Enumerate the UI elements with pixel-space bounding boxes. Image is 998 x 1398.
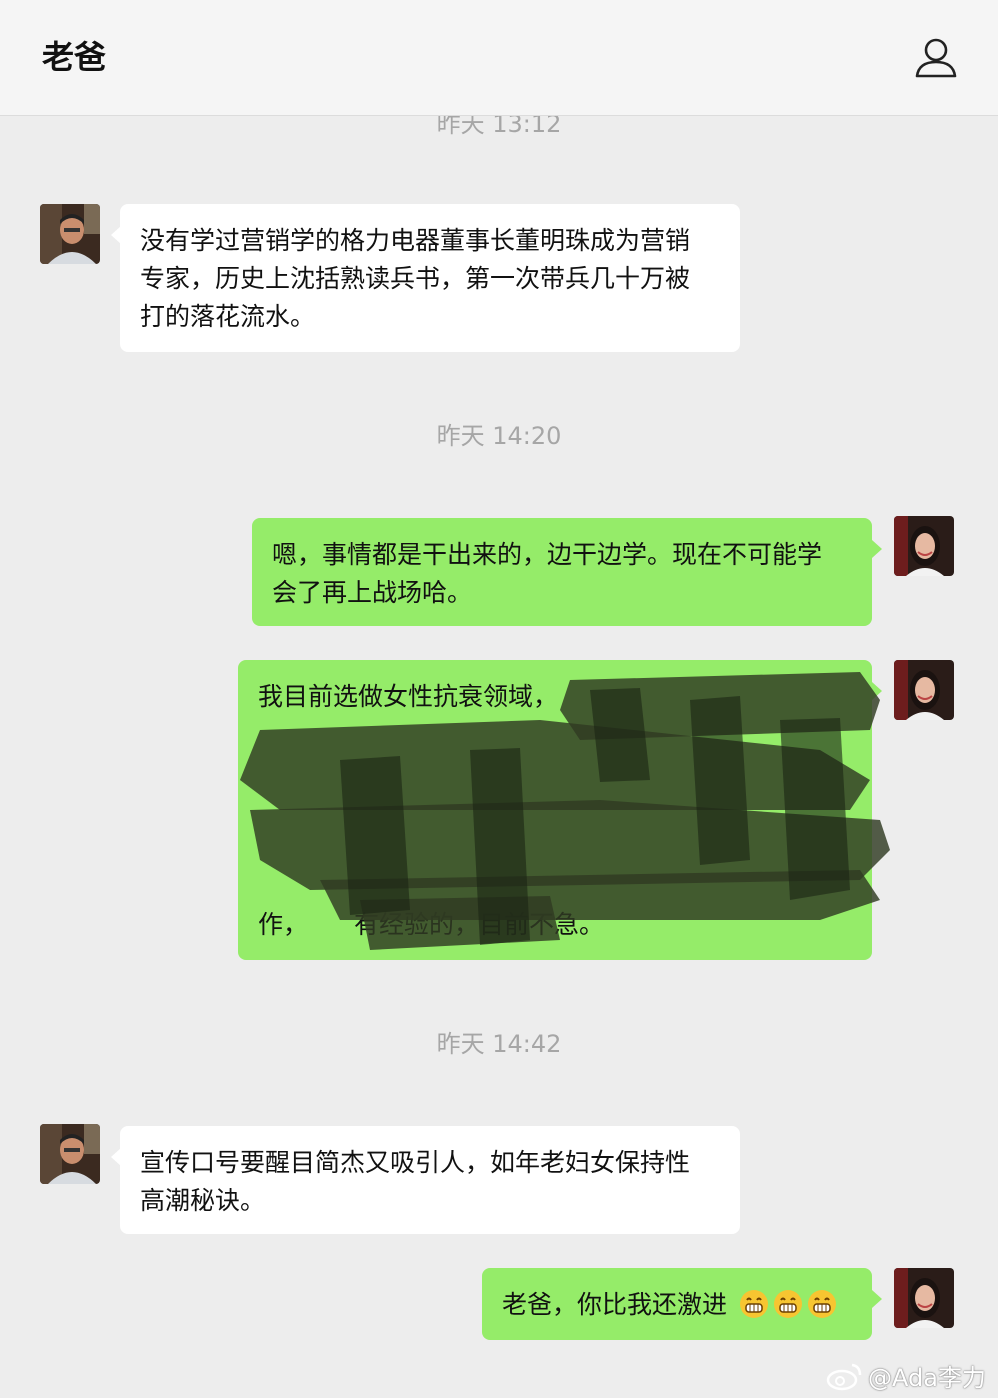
chat-area: 昨天 13:12 没有学过营销学的格力电器董事长董明珠成为营销 专家，历史上沈括… bbox=[0, 0, 998, 1398]
profile-button[interactable] bbox=[912, 34, 960, 82]
message-line: 嗯，事情都是干出来的，边干边学。现在不可能学 bbox=[272, 540, 823, 569]
message-line: 老爸，你比我还激进 bbox=[502, 1286, 852, 1324]
chat-title: 老爸 bbox=[42, 38, 107, 76]
avatar-me[interactable] bbox=[894, 660, 954, 720]
message-line: 宣传口号要醒目简杰又吸引人，如年老妇女保持性 bbox=[140, 1148, 691, 1177]
message-bubble-outgoing[interactable]: 老爸，你比我还激进 bbox=[482, 1268, 882, 1340]
watermark-text: @Ada李力 bbox=[868, 1364, 986, 1392]
message-line: 专家，历史上沈括熟读兵书，第一次带兵几十万被 bbox=[140, 264, 691, 293]
grin-emoji-icon bbox=[739, 1290, 768, 1318]
message-bubble-incoming[interactable]: 宣传口号要醒目简杰又吸引人，如年老妇女保持性 高潮秘诀。 bbox=[111, 1126, 740, 1234]
timestamp: 昨天 14:20 bbox=[436, 422, 562, 450]
avatar-dad[interactable] bbox=[40, 1124, 100, 1184]
message-line: 打的落花流水。 bbox=[140, 302, 316, 331]
weibo-icon bbox=[826, 1363, 862, 1390]
message-line: 会了再上战场哈。 bbox=[272, 578, 473, 607]
message-bubble-incoming[interactable]: 没有学过营销学的格力电器董事长董明珠成为营销 专家，历史上沈括熟读兵书，第一次带… bbox=[111, 204, 740, 352]
chat-header: 老爸 bbox=[0, 0, 998, 116]
person-icon bbox=[915, 38, 957, 78]
message-line: 高潮秘诀。 bbox=[140, 1186, 266, 1215]
avatar-me[interactable] bbox=[894, 516, 954, 576]
message-line: 没有学过营销学的格力电器董事长董明珠成为营销 bbox=[140, 226, 691, 255]
avatar-dad[interactable] bbox=[40, 204, 100, 264]
message-bubble-outgoing[interactable]: 嗯，事情都是干出来的，边干边学。现在不可能学 会了再上战场哈。 bbox=[252, 518, 882, 626]
timestamp: 昨天 14:42 bbox=[436, 1030, 562, 1058]
grin-emoji-icon bbox=[773, 1290, 802, 1318]
grin-emoji-icon bbox=[807, 1290, 836, 1318]
avatar-me[interactable] bbox=[894, 1268, 954, 1328]
watermark: @Ada李力 bbox=[826, 1358, 986, 1393]
redaction-scribble bbox=[240, 672, 890, 950]
